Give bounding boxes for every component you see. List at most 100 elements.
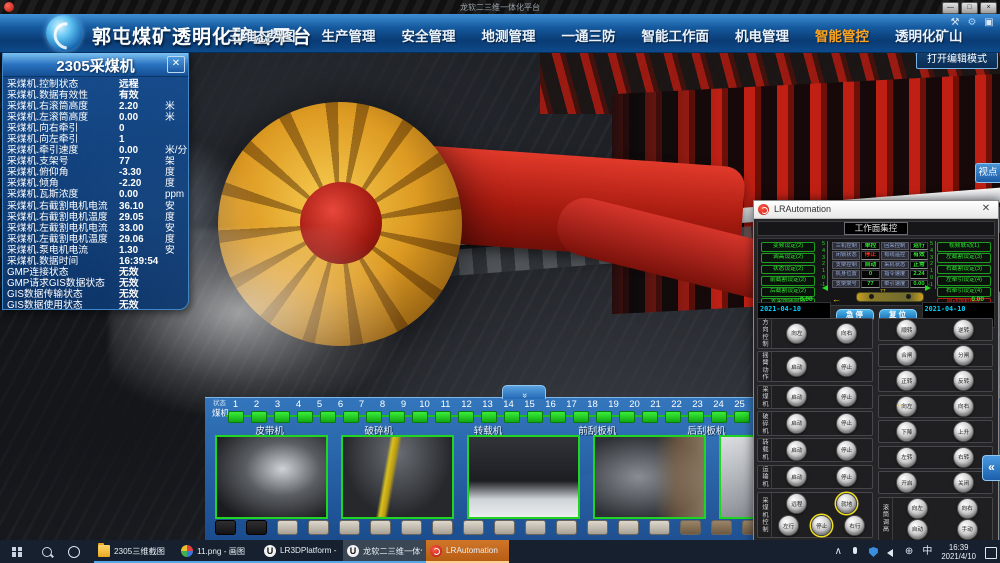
camera-feed[interactable]: [593, 435, 706, 519]
settings-gear-icon[interactable]: ⚙: [965, 16, 979, 29]
channel-status-indicator[interactable]: [481, 411, 497, 423]
camera-panel-collapse-button[interactable]: «: [502, 385, 546, 399]
channel-status-indicator[interactable]: [527, 411, 543, 423]
nav-item-8[interactable]: 智能管控: [815, 25, 869, 45]
tools-icon[interactable]: ⚒: [948, 16, 962, 29]
open-edit-mode-button[interactable]: 打开编辑模式: [916, 52, 998, 69]
control-button[interactable]: 停止: [836, 356, 857, 377]
taskbar-app[interactable]: U龙软二三维一体化...: [343, 540, 426, 563]
control-button[interactable]: 停止: [811, 515, 832, 536]
control-button[interactable]: 向右: [957, 498, 978, 519]
camera-feed[interactable]: [467, 435, 580, 519]
control-button[interactable]: 向右: [953, 396, 974, 417]
volume-icon[interactable]: [887, 546, 896, 557]
control-button[interactable]: 停止: [836, 440, 857, 461]
channel-status-indicator[interactable]: [435, 411, 451, 423]
control-button[interactable]: 远程: [786, 493, 807, 514]
control-button[interactable]: 启动: [786, 440, 807, 461]
start-button[interactable]: [0, 540, 34, 563]
channel-status-indicator[interactable]: [665, 411, 681, 423]
control-button[interactable]: 停止: [836, 413, 857, 434]
channel-status-indicator[interactable]: [320, 411, 336, 423]
channel-status-indicator[interactable]: [458, 411, 474, 423]
control-button[interactable]: 向左: [786, 323, 807, 344]
lr-function-button[interactable]: 视频联动(1): [937, 242, 991, 252]
nav-item-7[interactable]: 机电管理: [735, 25, 789, 45]
workface-control-tab[interactable]: 工作面集控: [844, 222, 909, 235]
nav-item-3[interactable]: 安全管理: [402, 25, 456, 45]
channel-status-indicator[interactable]: [504, 411, 520, 423]
lr-function-button[interactable]: 左牵引设定(4): [937, 276, 991, 286]
channel-status-indicator[interactable]: [389, 411, 405, 423]
control-button[interactable]: 分闸: [953, 345, 974, 366]
nav-item-6[interactable]: 智能工作面: [642, 25, 710, 45]
channel-status-indicator[interactable]: [297, 411, 313, 423]
control-button[interactable]: 向左: [907, 498, 928, 519]
channel-status-indicator[interactable]: [550, 411, 566, 423]
channel-status-indicator[interactable]: [366, 411, 382, 423]
control-button[interactable]: 自动: [907, 519, 928, 540]
control-button[interactable]: 启动: [786, 386, 807, 407]
lr-function-button[interactable]: 右截割设定(3): [937, 265, 991, 275]
channel-status-indicator[interactable]: [688, 411, 704, 423]
search-button[interactable]: [34, 547, 60, 557]
control-button[interactable]: 关闭: [953, 472, 974, 493]
control-button[interactable]: 正转: [896, 370, 917, 391]
channel-status-indicator[interactable]: [412, 411, 428, 423]
control-button[interactable]: 上升: [953, 421, 974, 442]
nav-item-1[interactable]: 三维态势图: [228, 25, 296, 45]
notification-center-icon[interactable]: [985, 546, 994, 557]
lr-function-button[interactable]: 变频设定(2): [761, 242, 815, 252]
channel-status-indicator[interactable]: [573, 411, 589, 423]
channel-status-indicator[interactable]: [251, 411, 267, 423]
nav-item-5[interactable]: 一通三防: [562, 25, 616, 45]
taskbar-app[interactable]: ULR3DPlatform - U...: [260, 540, 343, 563]
camera-feed[interactable]: [341, 435, 454, 519]
camera-feed[interactable]: [215, 435, 328, 519]
control-button[interactable]: 启动: [786, 356, 807, 377]
control-button[interactable]: 向右: [836, 323, 857, 344]
control-button[interactable]: 合闸: [896, 345, 917, 366]
hidden-icons-chevron[interactable]: ∧: [835, 540, 842, 563]
minimize-button[interactable]: —: [942, 2, 959, 14]
channel-status-indicator[interactable]: [642, 411, 658, 423]
network-icon[interactable]: ⊕: [905, 540, 913, 563]
window-mode-icon[interactable]: ▣: [982, 16, 996, 29]
control-button[interactable]: 逆转: [953, 319, 974, 340]
clock[interactable]: 16:39 2021/4/10: [941, 543, 976, 561]
control-button[interactable]: 右行: [844, 515, 865, 536]
side-panel-collapse-button[interactable]: «: [982, 455, 1000, 481]
control-button[interactable]: 右转: [953, 447, 974, 468]
lrautomation-titlebar[interactable]: LRAutomation ✕: [754, 201, 998, 219]
control-button[interactable]: 就地: [836, 493, 857, 514]
channel-status-indicator[interactable]: [596, 411, 612, 423]
taskbar-app[interactable]: 2305三维截图: [94, 540, 177, 563]
cortana-button[interactable]: [60, 546, 88, 558]
lr-function-button[interactable]: 调高设定(2): [761, 253, 815, 263]
channel-status-indicator[interactable]: [734, 411, 750, 423]
control-button[interactable]: 停止: [836, 466, 857, 487]
security-shield-icon[interactable]: [869, 546, 878, 557]
microphone-icon[interactable]: [851, 546, 860, 557]
viewpoint-tab[interactable]: 视点: [975, 163, 1000, 183]
control-button[interactable]: 启动: [786, 466, 807, 487]
control-button[interactable]: 顺转: [896, 319, 917, 340]
os-titlebar[interactable]: 龙软二三维一体化平台 — □ ×: [0, 0, 1000, 14]
control-button[interactable]: 开启: [896, 472, 917, 493]
taskbar-app[interactable]: 11.png - 画图: [177, 540, 260, 563]
close-button[interactable]: ×: [980, 2, 997, 14]
control-button[interactable]: 左行: [778, 515, 799, 536]
nav-item-2[interactable]: 生产管理: [322, 25, 376, 45]
control-button[interactable]: 左转: [896, 447, 917, 468]
maximize-button[interactable]: □: [961, 2, 978, 14]
control-button[interactable]: 手动: [957, 519, 978, 540]
control-button[interactable]: 停止: [836, 386, 857, 407]
channel-status-indicator[interactable]: [274, 411, 290, 423]
lrautomation-close-button[interactable]: ✕: [979, 203, 993, 214]
channel-status-indicator[interactable]: [228, 411, 244, 423]
channel-status-indicator[interactable]: [343, 411, 359, 423]
control-button[interactable]: 启动: [786, 413, 807, 434]
control-button[interactable]: 下降: [896, 421, 917, 442]
lr-function-button[interactable]: 前截割设定(2): [761, 276, 815, 286]
lr-function-button[interactable]: 状态设定(2): [761, 265, 815, 275]
